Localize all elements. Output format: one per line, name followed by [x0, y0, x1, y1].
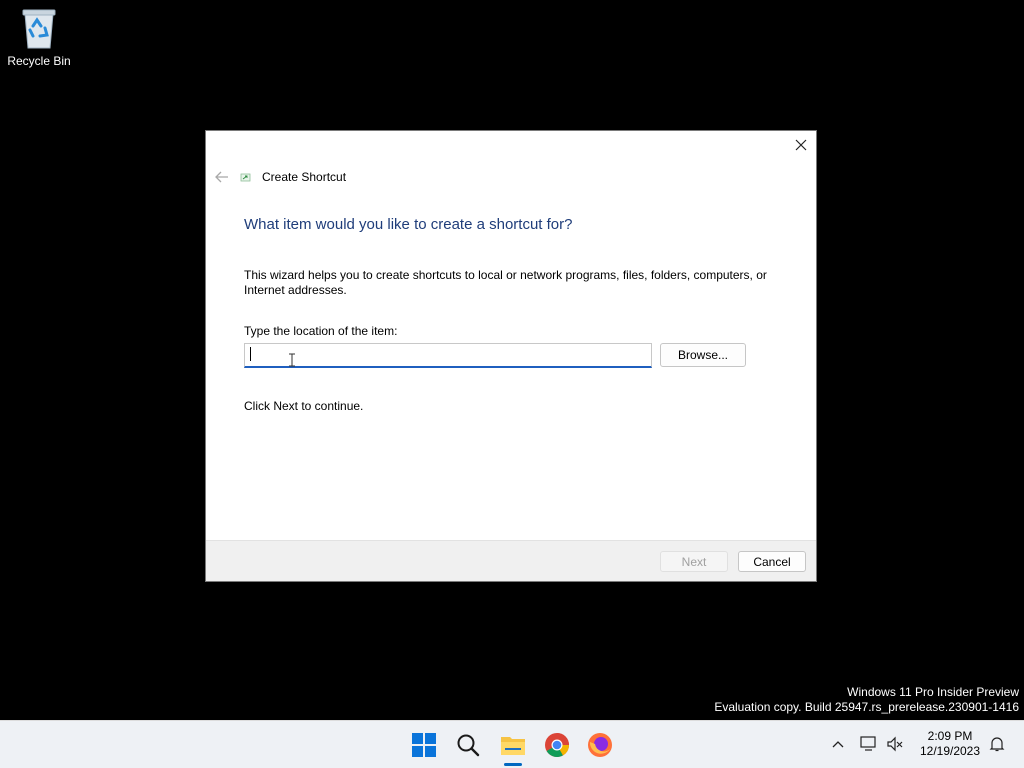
- cancel-button[interactable]: Cancel: [738, 551, 806, 572]
- firefox-icon: [588, 733, 612, 757]
- chrome-icon: [545, 733, 569, 758]
- firefox-button[interactable]: [584, 729, 616, 761]
- clock-date: 12/19/2023: [919, 744, 981, 758]
- browse-button[interactable]: Browse...: [660, 343, 746, 367]
- shortcut-wizard-icon: [240, 173, 251, 182]
- evaluation-watermark: Windows 11 Pro Insider Preview Evaluatio…: [714, 685, 1019, 715]
- network-icon: [860, 736, 876, 751]
- clock-time: 2:09 PM: [927, 729, 973, 743]
- watermark-line-2: Evaluation copy. Build 25947.rs_prerelea…: [714, 700, 1019, 714]
- wizard-description: This wizard helps you to create shortcut…: [244, 268, 767, 297]
- dialog-title: Create Shortcut: [262, 170, 347, 184]
- chevron-up-icon: [832, 741, 844, 748]
- active-app-indicator: [504, 763, 522, 766]
- back-arrow-icon: [215, 171, 228, 183]
- close-button[interactable]: [786, 131, 816, 159]
- volume-button[interactable]: [884, 733, 906, 755]
- chrome-button[interactable]: [541, 729, 573, 761]
- ibeam-cursor-icon: [289, 353, 295, 367]
- next-button[interactable]: Next: [660, 551, 728, 572]
- search-button[interactable]: [452, 729, 484, 761]
- file-explorer-button[interactable]: [497, 729, 529, 761]
- wizard-titlebar: Create Shortcut: [212, 167, 346, 187]
- recycle-bin-shortcut[interactable]: Recycle Bin: [4, 6, 74, 76]
- network-button[interactable]: [858, 733, 880, 755]
- start-icon: [412, 733, 436, 757]
- text-caret: [250, 347, 251, 361]
- notification-bell-icon: [989, 737, 1005, 752]
- dialog-footer: Next Cancel: [206, 540, 816, 581]
- recycle-bin-label: Recycle Bin: [7, 54, 71, 68]
- notifications-button[interactable]: [986, 733, 1008, 755]
- recycle-bin-icon: [22, 9, 56, 49]
- taskbar: 2:09 PM 12/19/2023: [0, 720, 1024, 768]
- show-hidden-icons-button[interactable]: [827, 733, 849, 755]
- search-icon: [457, 734, 480, 757]
- watermark-line-1: Windows 11 Pro Insider Preview: [847, 685, 1019, 699]
- volume-muted-icon: [887, 736, 903, 752]
- create-shortcut-dialog: Create Shortcut What item would you like…: [205, 130, 817, 582]
- page-heading: What item would you like to create a sho…: [244, 216, 573, 233]
- close-icon: [795, 139, 807, 151]
- back-button[interactable]: [212, 167, 232, 187]
- desktop: Recycle Bin Windows 11 Pro Insider Previ…: [0, 0, 1024, 720]
- file-explorer-icon: [501, 737, 525, 755]
- start-button[interactable]: [408, 729, 440, 761]
- location-input[interactable]: [244, 343, 652, 368]
- taskbar-clock[interactable]: 2:09 PM 12/19/2023: [914, 729, 986, 759]
- continue-instruction: Click Next to continue.: [244, 399, 364, 413]
- location-label: Type the location of the item:: [244, 324, 398, 338]
